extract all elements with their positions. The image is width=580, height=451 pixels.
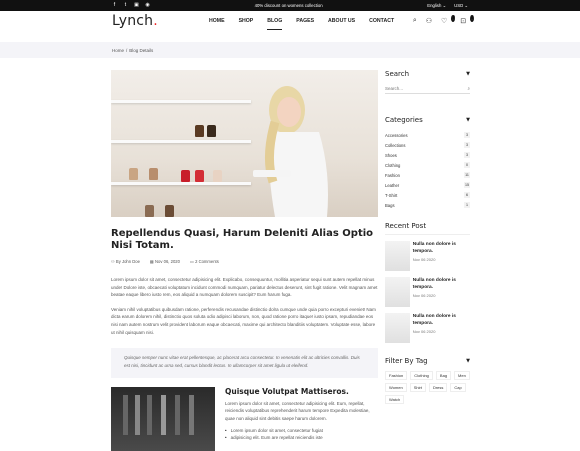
list-item[interactable]: Fashion 11 (385, 170, 470, 180)
top-bar: f t ▣ ◉ 40% discount on womens collectio… (0, 0, 580, 11)
breadcrumb-home[interactable]: Home (112, 48, 124, 53)
nav-contact[interactable]: CONTACT (369, 11, 394, 31)
caret-down-icon[interactable]: ▼ (466, 117, 470, 123)
post-meta: ⚇ By John Doe ▦ Nov 06, 2020 ▭ 2 Comment… (111, 259, 378, 264)
post-paragraph-1: Lorem ipsum dolor sit amet, consectetur … (111, 277, 378, 298)
tag-item[interactable]: Men (454, 371, 470, 380)
tag-item[interactable]: Clothing (410, 371, 433, 380)
post-title: Repellendus Quasi, Harum Deleniti Alias … (111, 228, 374, 251)
cart-badge: 0 (470, 15, 474, 22)
currency-select[interactable]: USD ⌄ (454, 3, 468, 9)
user-icon[interactable]: ⚇ (426, 17, 432, 25)
sidebar: Search ▼ Search... ⌕ Categories ▼ Accessori… (385, 70, 470, 404)
post-thumbnail[interactable] (385, 241, 410, 271)
facebook-icon[interactable]: f (112, 3, 117, 8)
logo[interactable]: Lynch. (112, 13, 158, 29)
date-meta: ▦ Nov 06, 2020 (149, 259, 180, 264)
instagram-icon[interactable]: ▣ (134, 3, 139, 8)
nav-shop[interactable]: SHOP (239, 11, 254, 31)
post-quote: Quisque semper nunc vitae erat pellentes… (111, 348, 378, 379)
tag-item[interactable]: Shirt (409, 383, 426, 392)
caret-down-icon[interactable]: ▼ (466, 71, 470, 77)
nav-home[interactable]: HOME (209, 11, 225, 31)
wishlist-icon[interactable]: ♡ 0 (441, 15, 456, 25)
tag-cloud: Fashion Clothing Bag Men Women Shirt Dre… (385, 371, 470, 404)
tag-item[interactable]: Cap (450, 383, 466, 392)
filter-tag-title: Filter By Tag ▼ (385, 357, 470, 365)
closet-image (111, 387, 215, 451)
nav-blog[interactable]: BLOG (267, 11, 283, 31)
recent-post[interactable]: Nulla non dolore is tempora. Nov 06 2020 (385, 277, 470, 307)
search-icon[interactable]: ⌕ (413, 17, 417, 25)
post-thumbnail[interactable] (385, 277, 410, 307)
list-item[interactable]: Leather 15 (385, 180, 470, 190)
social-links: f t ▣ ◉ (112, 3, 150, 8)
blog-content: Repellendus Quasi, Harum Deleniti Alias … (111, 70, 378, 451)
main-header: Lynch. HOME SHOP BLOG PAGES ABOUT US CON… (0, 11, 580, 31)
language-select[interactable]: English ⌄ (427, 3, 446, 9)
categories-title: Categories ▼ (385, 116, 470, 124)
tag-item[interactable]: Women (385, 383, 407, 392)
cart-icon[interactable]: ⊡ 0 (460, 15, 474, 25)
tag-item[interactable]: Dress (428, 383, 448, 392)
list-item[interactable]: Accessories 3 (385, 130, 470, 140)
list-item[interactable]: Bags 1 (385, 200, 470, 210)
recent-post-title: Recent Post (385, 222, 427, 230)
woman-figure (253, 86, 328, 217)
author-meta[interactable]: ⚇ By John Doe (111, 259, 140, 264)
search-icon[interactable]: ⌕ (467, 86, 470, 91)
breadcrumb-current: Blog Details (129, 47, 154, 53)
main-nav: HOME SHOP BLOG PAGES ABOUT US CONTACT (209, 11, 408, 31)
list-item[interactable]: Shoes 3 (385, 150, 470, 160)
search-widget-title: Search ▼ (385, 70, 470, 78)
category-list: Accessories 3 Collections 3 Shoes 3 Clothin… (385, 130, 470, 210)
hero-image (111, 70, 378, 217)
pinterest-icon[interactable]: ◉ (145, 3, 150, 8)
recent-post[interactable]: Nulla non dolore is tempora. Nov 06 2020 (385, 313, 470, 343)
comments-meta[interactable]: ▭ 2 Comments (190, 259, 219, 264)
nav-pages[interactable]: PAGES (296, 11, 314, 31)
tag-item[interactable]: Fashion (385, 371, 408, 380)
list-item[interactable]: Collections 3 (385, 140, 470, 150)
promo-text: 40% discount on womens collection (254, 3, 323, 8)
breadcrumb: Home / Blog Details (0, 42, 580, 58)
twitter-icon[interactable]: t (123, 3, 128, 8)
list-item[interactable]: Clothing 0 (385, 160, 470, 170)
caret-down-icon[interactable]: ▼ (466, 358, 470, 364)
post-paragraph-2: Veniam nihil voluptatibus quibusdam rati… (111, 306, 376, 335)
list-item[interactable]: T-Shirt 6 (385, 190, 470, 200)
list-item: adipisicing elit. Eum are repellat reici… (225, 434, 377, 441)
section-subtitle: Quisque Volutpat Mattiseros. (225, 387, 349, 397)
bullet-list: Lorem ipsum dolor sit amet, consectetur … (225, 427, 377, 442)
list-item: Lorem ipsum dolor sit amet, consectetur … (225, 427, 377, 434)
section-text: Lorem ipsum dolor sit amet, consectetur … (225, 401, 370, 421)
wishlist-badge: 0 (451, 15, 456, 22)
recent-post[interactable]: Nulla non dolore is tempora. Nov 06 2020 (385, 241, 470, 271)
nav-about[interactable]: ABOUT US (328, 11, 355, 31)
post-thumbnail[interactable] (385, 313, 410, 343)
search-input[interactable]: Search... ⌕ (385, 83, 470, 94)
tag-item[interactable]: Bag (435, 371, 452, 380)
tag-item[interactable]: Watch (385, 395, 405, 404)
